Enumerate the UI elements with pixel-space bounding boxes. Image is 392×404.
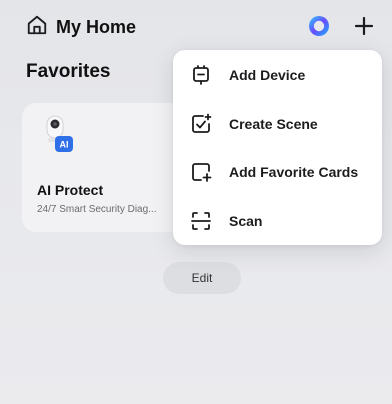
menu-item-label: Create Scene <box>229 116 318 132</box>
home-icon <box>26 14 48 41</box>
plus-icon[interactable] <box>350 12 378 40</box>
menu-item-label: Add Device <box>229 67 306 83</box>
top-bar: My Home <box>0 0 392 52</box>
menu-item-label: Scan <box>229 213 263 229</box>
menu-item-add-favorite-cards[interactable]: Add Favorite Cards <box>173 150 382 194</box>
menu-item-create-scene[interactable]: Create Scene <box>173 102 382 146</box>
menu-item-label: Add Favorite Cards <box>229 164 359 180</box>
svg-text:AI: AI <box>60 140 69 150</box>
home-selector[interactable]: My Home <box>26 14 136 41</box>
card-subtitle: 24/7 Smart Security Diag... <box>37 204 157 215</box>
card-title: AI Protect <box>37 182 104 198</box>
add-menu: Add Device Create Scene Add Favorite Car… <box>173 50 382 245</box>
menu-item-add-device[interactable]: Add Device <box>173 53 382 97</box>
favorites-title: Favorites <box>26 61 111 82</box>
menu-item-scan[interactable]: Scan <box>173 199 382 243</box>
create-scene-icon <box>189 112 213 136</box>
camera-ai-icon: AI <box>38 114 78 156</box>
scan-icon <box>189 209 213 233</box>
add-device-icon <box>189 63 213 87</box>
add-favorite-cards-icon <box>189 160 213 184</box>
assistant-orb-icon[interactable] <box>307 14 331 38</box>
home-title: My Home <box>56 17 137 37</box>
edit-button[interactable]: Edit <box>163 262 241 294</box>
